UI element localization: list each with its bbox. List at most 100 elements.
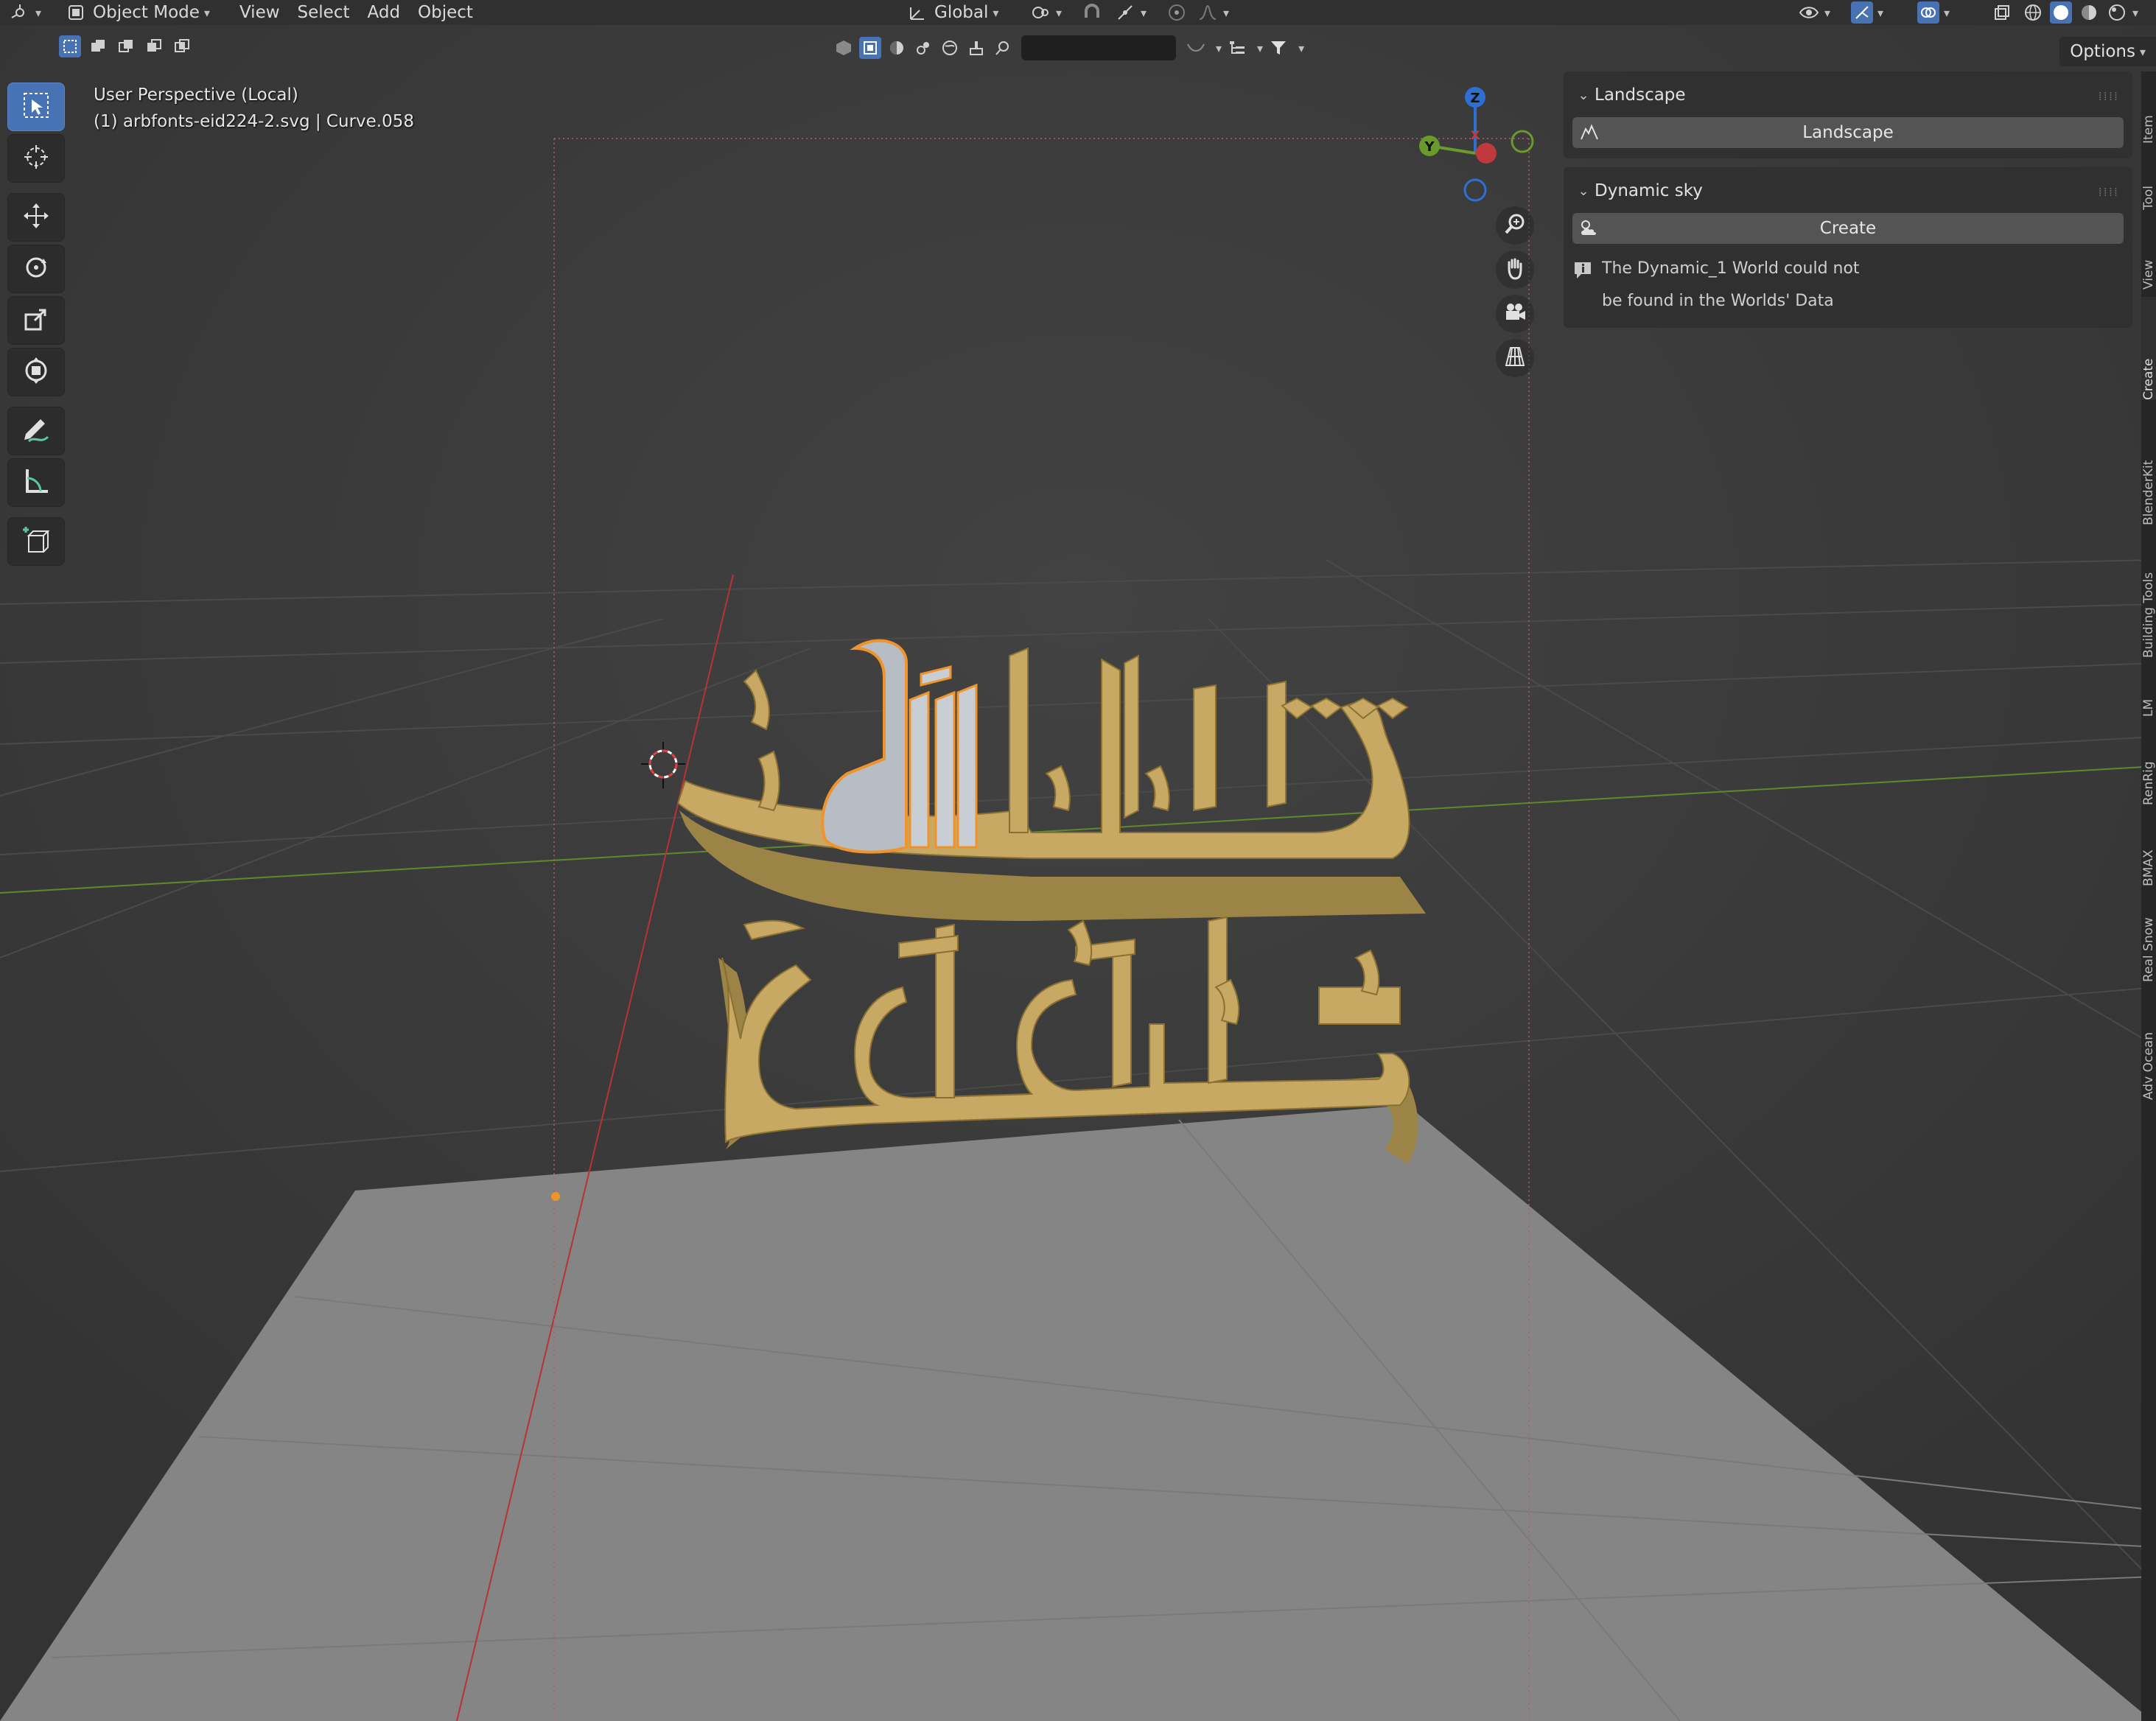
- cursor-tool[interactable]: [7, 134, 65, 183]
- proportional-falloff-dropdown[interactable]: ▾: [1188, 0, 1238, 25]
- shading-material[interactable]: [2075, 0, 2103, 25]
- select-invert-icon[interactable]: [143, 35, 165, 57]
- z-axis-label: Z: [1470, 91, 1480, 106]
- x-axis-label: X: [1471, 128, 1480, 142]
- visibility-dropdown[interactable]: ▾: [1789, 0, 1839, 25]
- select-box-tool[interactable]: [7, 83, 65, 131]
- tab-lm[interactable]: LM: [2141, 665, 2156, 717]
- falloff-curve-icon: [1197, 1, 1219, 24]
- snap-target-icon: [1114, 1, 1136, 24]
- mode-selector[interactable]: Object Mode ▾: [50, 0, 219, 25]
- search-icon[interactable]: [992, 37, 1014, 59]
- menu-select[interactable]: Select: [289, 0, 359, 25]
- drag-grip-icon[interactable]: ⁞⁞⁞⁞: [2099, 89, 2119, 103]
- neg-y-axis-handle[interactable]: [1511, 130, 1534, 153]
- gizmo-toggle[interactable]: ▾: [1842, 0, 1892, 25]
- transform-tool[interactable]: [7, 348, 65, 396]
- ortho-toggle-button[interactable]: [1496, 339, 1534, 377]
- select-new-icon[interactable]: [59, 35, 81, 57]
- transform-orientation-dropdown[interactable]: Global ▾: [897, 0, 1007, 25]
- move-tool[interactable]: [7, 193, 65, 242]
- dynamic-sky-panel-title: Dynamic sky: [1595, 181, 1703, 200]
- tab-create[interactable]: Create: [2141, 297, 2156, 400]
- pivot-point-dropdown[interactable]: ▾: [1021, 0, 1071, 25]
- viewport-info: User Perspective (Local) (1) arbfonts-ei…: [94, 82, 414, 135]
- editor-type-menu[interactable]: ▾: [0, 0, 50, 25]
- landscape-panel-title: Landscape: [1595, 85, 1686, 105]
- create-sky-button-label: Create: [1819, 219, 1877, 238]
- search-input[interactable]: [1021, 35, 1176, 60]
- camera-view-button[interactable]: [1496, 295, 1534, 333]
- menu-object[interactable]: Object: [409, 0, 482, 25]
- tab-view[interactable]: View: [2141, 216, 2156, 290]
- rotate-tool[interactable]: [7, 245, 65, 293]
- camera-origin-point[interactable]: [551, 1192, 560, 1201]
- pivot-icon: [1029, 1, 1051, 24]
- shading-rendered[interactable]: ▾: [2103, 0, 2141, 25]
- select-intersect-icon[interactable]: [171, 35, 193, 57]
- pan-hand-icon: [1503, 256, 1527, 283]
- chevron-down-icon: ▾: [1141, 5, 1147, 20]
- pan-button[interactable]: [1496, 250, 1534, 289]
- add-cube-tool[interactable]: [7, 517, 65, 566]
- cube-icon[interactable]: [833, 37, 855, 59]
- landscape-panel-header[interactable]: ⌄ Landscape ⁞⁞⁞⁞: [1572, 79, 2124, 111]
- texture-brush-icon[interactable]: [965, 37, 987, 59]
- x-axis-handle[interactable]: [1476, 143, 1497, 164]
- object-mode-icon: [65, 1, 87, 24]
- chevron-down-icon: ▾: [1216, 41, 1222, 55]
- material-icon[interactable]: [886, 37, 908, 59]
- drag-grip-icon[interactable]: ⁞⁞⁞⁞: [2099, 185, 2119, 199]
- light-icon[interactable]: [912, 37, 934, 59]
- curve-falloff-icon[interactable]: [1185, 37, 1207, 59]
- tab-renrig[interactable]: RenRig: [2141, 724, 2156, 805]
- move-icon: [21, 201, 51, 234]
- options-dropdown[interactable]: Options ▾: [2059, 37, 2156, 66]
- info-message-line1: The Dynamic_1 World could not: [1602, 259, 1860, 278]
- tab-tool[interactable]: Tool: [2141, 151, 2156, 210]
- overlays-toggle[interactable]: ▾: [1908, 0, 1959, 25]
- camera-icon: [1503, 301, 1527, 327]
- landscape-panel: ⌄ Landscape ⁞⁞⁞⁞ Landscape: [1564, 71, 2132, 158]
- info-icon: [1572, 253, 1602, 318]
- select-extend-icon[interactable]: [87, 35, 109, 57]
- material-sphere-icon: [2078, 1, 2100, 24]
- filter-funnel-icon[interactable]: [1267, 37, 1289, 59]
- neg-z-axis-handle[interactable]: [1463, 178, 1487, 202]
- viewport-header: ▾ Object Mode ▾ View Select Add Object G…: [0, 0, 2156, 25]
- landscape-button[interactable]: Landscape: [1572, 117, 2124, 148]
- scale-tool[interactable]: [7, 296, 65, 345]
- add-cube-icon: [21, 525, 51, 558]
- sun-cloud-icon: [1578, 217, 1600, 239]
- tab-adv-ocean[interactable]: Adv Ocean: [2141, 989, 2156, 1100]
- shading-solid[interactable]: [2047, 0, 2075, 25]
- navigation-gizmo[interactable]: Z Y X: [1407, 81, 1540, 214]
- select-subtract-icon[interactable]: [115, 35, 137, 57]
- sidebar: ⌄ Landscape ⁞⁞⁞⁞ Landscape ⌄ Dynamic sky…: [1564, 71, 2132, 1721]
- snap-target-dropdown[interactable]: ▾: [1105, 0, 1155, 25]
- annotate-tool[interactable]: [7, 407, 65, 455]
- measure-tool[interactable]: [7, 458, 65, 507]
- shading-wireframe[interactable]: [2019, 0, 2047, 25]
- chevron-down-icon: ▾: [993, 5, 999, 20]
- menu-view[interactable]: View: [231, 0, 289, 25]
- outliner-filter-group: ▾ ▾ ▾: [833, 35, 1304, 60]
- object-data-icon[interactable]: [859, 37, 881, 59]
- tab-blenderkit[interactable]: BlenderKit: [2141, 407, 2156, 525]
- tab-item[interactable]: Item: [2141, 85, 2156, 144]
- menu-add[interactable]: Add: [359, 0, 410, 25]
- chevron-down-icon: ▾: [1824, 5, 1831, 20]
- chevron-down-icon: ⌄: [1578, 87, 1589, 103]
- zoom-button[interactable]: [1496, 206, 1534, 245]
- tab-real-snow[interactable]: Real Snow: [2141, 894, 2156, 982]
- sidebar-tabs: Item Tool View Create BlenderKit Buildin…: [2141, 71, 2156, 1721]
- wireframe-sphere-icon: [2022, 1, 2044, 24]
- transform-icon: [21, 356, 51, 388]
- world-icon[interactable]: [939, 37, 961, 59]
- xray-toggle[interactable]: [1982, 0, 2022, 25]
- create-sky-button[interactable]: Create: [1572, 213, 2124, 244]
- tab-bmax[interactable]: BMAX: [2141, 813, 2156, 886]
- tab-building-tools[interactable]: Building Tools: [2141, 533, 2156, 658]
- hierarchy-icon[interactable]: [1226, 37, 1248, 59]
- dynamic-sky-panel-header[interactable]: ⌄ Dynamic sky ⁞⁞⁞⁞: [1572, 175, 2124, 207]
